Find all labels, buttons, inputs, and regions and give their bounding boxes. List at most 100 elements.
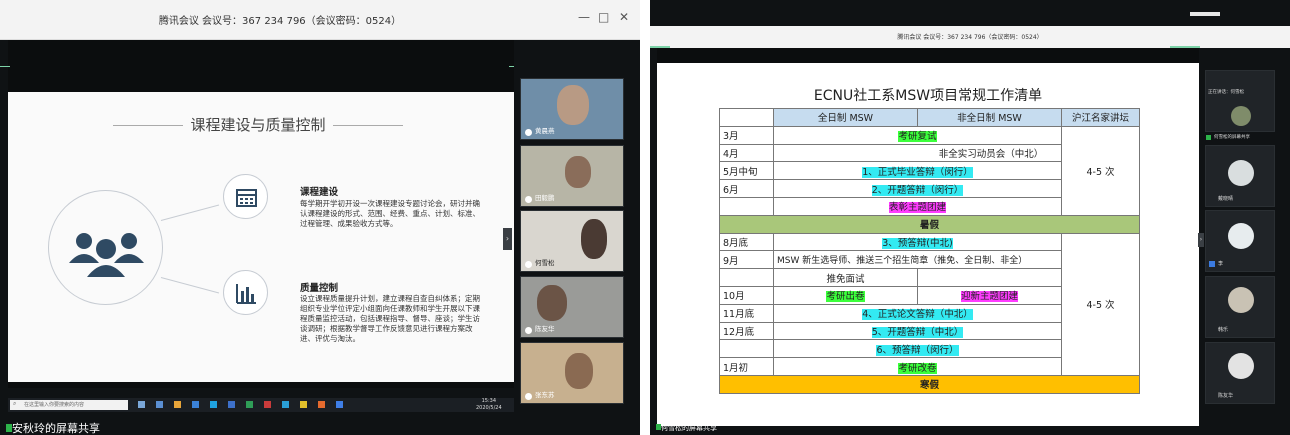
share-status-text: 何雪松的屏幕共享	[1214, 135, 1250, 140]
month-cell: 4月	[719, 143, 774, 163]
table-header-row: 全日制 MSW 非全日制 MSW 沪江名家讲坛	[719, 108, 1140, 127]
calendar-icon	[236, 189, 257, 207]
month-cell: 5月中旬	[719, 161, 774, 181]
item-text: 3、预答辩(中北)	[882, 237, 953, 249]
app-icon[interactable]	[282, 401, 289, 408]
table-row: 8月底 3、预答辩(中北) 4-5 次	[719, 232, 1140, 376]
share-caption-text: 安秋玲的屏幕共享	[12, 422, 100, 435]
item-text: 2、开题答辩（闵行）	[871, 184, 964, 196]
participant-video[interactable]: 陈友华	[520, 276, 624, 338]
focus-line	[0, 66, 10, 67]
item-text: 表彰主题团建	[888, 202, 946, 214]
month-cell: 8月底	[719, 232, 774, 252]
window-title: 腾讯会议 会议号：367 234 796（会议密码：0524）	[158, 16, 402, 27]
participant-video[interactable]: 李	[1205, 210, 1275, 272]
participant-name: 黄晨燕	[535, 127, 555, 135]
face	[557, 85, 589, 125]
expand-arrow-icon[interactable]: ›	[503, 228, 512, 250]
item-text: 非全实习动员会（中北）	[773, 143, 1062, 163]
clock-time: 15:34	[481, 398, 497, 404]
section-title: 质量控制	[300, 283, 339, 294]
participant-name: 张东苏	[535, 391, 555, 399]
shared-document: ECNU社工系MSW项目常规工作清单 全日制 MSW 非全日制 MSW 沪江名家…	[657, 63, 1199, 426]
document-title: ECNU社工系MSW项目常规工作清单	[813, 88, 1043, 104]
participant-name: 陈友华	[535, 325, 555, 333]
work-plan-table: 全日制 MSW 非全日制 MSW 沪江名家讲坛 3月 考研复试 4-5 次 4月…	[719, 108, 1140, 394]
mic-icon	[525, 261, 532, 268]
mic-icon	[525, 196, 532, 203]
participant-video[interactable]: 张东苏	[520, 342, 624, 404]
participant-video[interactable]: 何雪松	[520, 210, 624, 272]
app-icon[interactable]	[138, 401, 145, 408]
participant-video[interactable]: 正在讲话：何雪松	[1205, 70, 1275, 132]
empty-cell	[917, 268, 1062, 287]
item-text: 1、正式毕业答辩（闵行）	[862, 166, 973, 178]
month-cell: 10月	[719, 285, 774, 305]
focus-line	[650, 46, 670, 48]
right-meeting-window: 腾讯会议 会议号：367 234 796（会议密码：0524） ECNU社工系M…	[650, 0, 1290, 435]
app-icon[interactable]	[192, 401, 199, 408]
bar-chart-icon	[236, 284, 256, 304]
slide-title: 课程建设与质量控制	[190, 116, 326, 134]
summer-break-row: 暑假	[719, 214, 1140, 234]
title-bar: 腾讯会议 会议号：367 234 796（会议密码：0524）	[650, 26, 1290, 48]
month-cell: 9月	[719, 250, 774, 270]
presentation-slide: 课程建设与质量控制 课程建设 每学期开学初开设一次课程建设专题讨论会，研讨并确认…	[8, 92, 514, 382]
mic-icon	[525, 393, 532, 400]
clock-date: 2020/5/24	[476, 405, 502, 411]
taskbar-search[interactable]: 在这里输入你要搜索的内容 ⌕	[10, 400, 128, 410]
left-meeting-window: 腾讯会议 会议号：367 234 796（会议密码：0524） — □ ✕ 课程…	[0, 0, 640, 435]
close-button[interactable]: ✕	[619, 10, 629, 24]
participant-video[interactable]: 韩乐	[1205, 276, 1275, 338]
avatar	[1228, 223, 1254, 249]
speaking-label: 正在讲话：何雪松	[1208, 90, 1244, 95]
participant-name: 陈友华	[1218, 393, 1234, 399]
app-icon[interactable]	[246, 401, 253, 408]
calendar-circle	[223, 174, 268, 219]
month-cell	[719, 339, 774, 359]
month-cell: 6月	[719, 179, 774, 198]
section-body: 每学期开学初开设一次课程建设专题讨论会，研讨并确认课程建设的形式、范围、经费、重…	[300, 199, 480, 228]
app-icon[interactable]	[228, 401, 235, 408]
app-icon[interactable]	[210, 401, 217, 408]
item-text: 5、开题答辩（中北）	[871, 326, 964, 338]
section-title: 课程建设	[300, 187, 339, 198]
face	[565, 353, 593, 389]
avatar	[1231, 106, 1251, 126]
month-cell: 1月初	[719, 357, 774, 376]
header-cell: 全日制 MSW	[773, 108, 918, 127]
lecture-cell: 4-5 次	[1061, 125, 1140, 216]
item-text: 迎新主题团建	[960, 291, 1018, 303]
maximize-button[interactable]: □	[598, 10, 609, 24]
participant-video[interactable]: 田毅鹏	[520, 145, 624, 207]
share-caption: 何雪松的屏幕共享	[656, 423, 717, 433]
app-icon[interactable]	[318, 401, 325, 408]
app-icon[interactable]	[264, 401, 271, 408]
face	[581, 219, 607, 259]
avatar	[1228, 160, 1254, 186]
app-icon[interactable]	[174, 401, 181, 408]
share-caption-text: 何雪松的屏幕共享	[661, 424, 717, 432]
lecture-cell: 4-5 次	[1061, 232, 1140, 376]
table-row: 寒假	[719, 374, 1140, 394]
user-icon	[1209, 261, 1215, 267]
search-placeholder: 在这里输入你要搜索的内容	[24, 402, 85, 408]
participant-video[interactable]: 黄晨燕	[520, 78, 624, 140]
app-icon[interactable]	[300, 401, 307, 408]
app-icon[interactable]	[336, 401, 343, 408]
search-icon: ⌕	[13, 400, 17, 407]
month-cell: 3月	[719, 125, 774, 145]
share-caption: 安秋玲的屏幕共享	[6, 420, 100, 435]
minimize-button[interactable]: —	[578, 10, 590, 24]
shared-screen-top	[657, 48, 1199, 63]
item-text: 考研出卷	[826, 291, 865, 303]
mic-icon	[525, 327, 532, 334]
participant-video[interactable]: 戴晓晴	[1205, 145, 1275, 207]
expand-arrow-icon[interactable]: ›	[1198, 233, 1204, 247]
taskbar-apps	[138, 401, 358, 409]
participant-video[interactable]: 陈友华	[1205, 342, 1275, 404]
section-body: 设立课程质量提升计划，建立课程自查自纠体系；定期组织专业学位评定小组面向任课教师…	[300, 294, 480, 343]
face	[537, 285, 567, 321]
avatar	[1228, 353, 1254, 379]
app-icon[interactable]	[156, 401, 163, 408]
